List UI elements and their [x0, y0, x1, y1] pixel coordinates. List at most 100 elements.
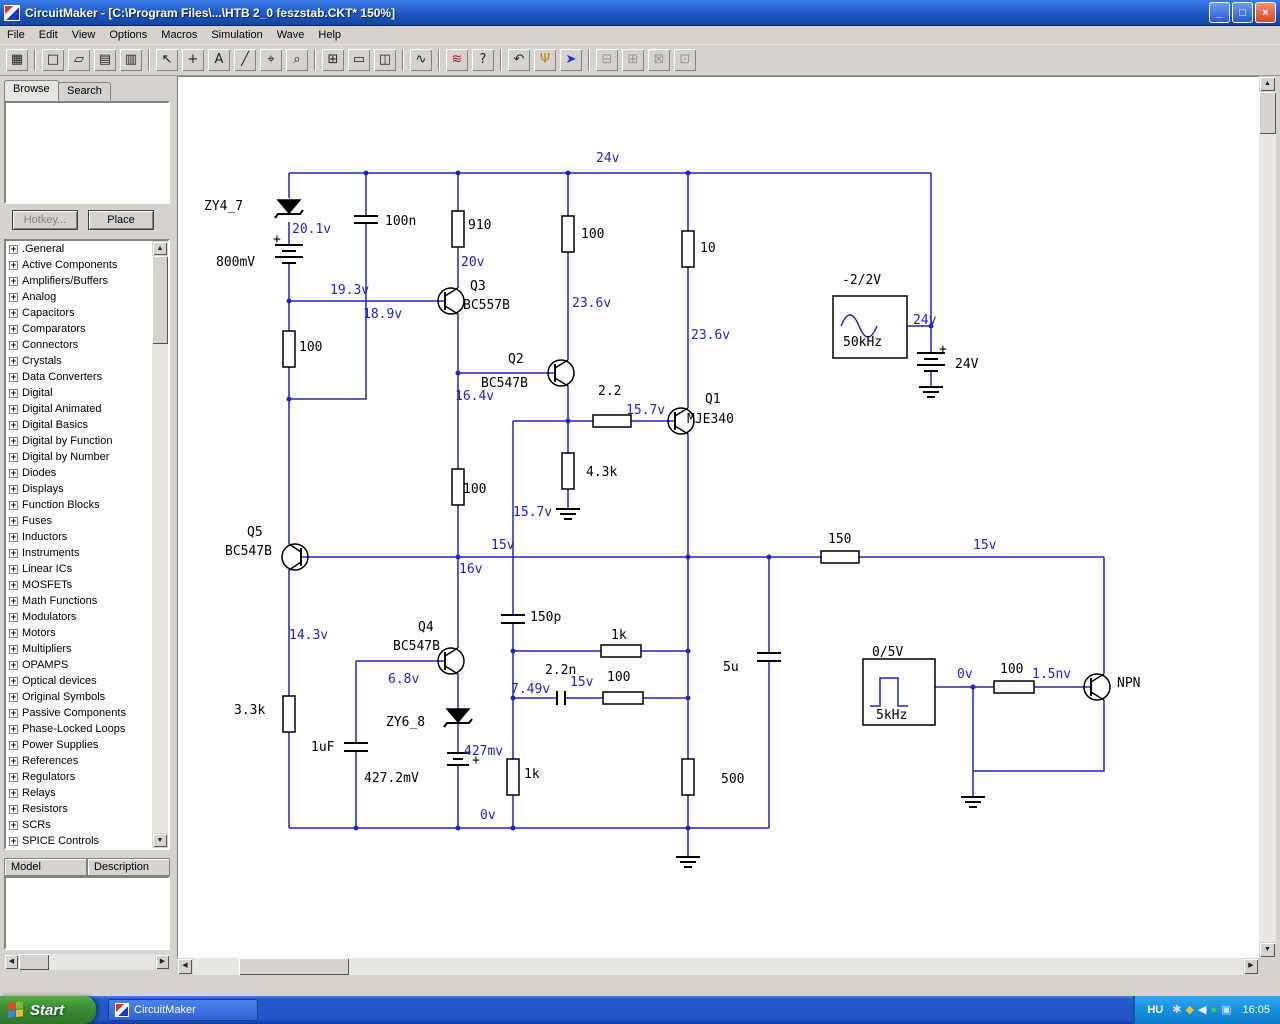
page-view-icon[interactable]: ▭ [347, 48, 371, 72]
schematic-label[interactable]: + [273, 233, 281, 247]
schematic-label[interactable]: 3.3k [234, 704, 265, 718]
scroll-up-button[interactable]: ▲ [1259, 76, 1276, 92]
language-indicator[interactable]: HU [1147, 1004, 1163, 1016]
expand-plus-icon[interactable]: + [9, 420, 18, 430]
schematic-label[interactable]: 100 [1000, 663, 1023, 677]
close-button[interactable]: × [1255, 2, 1276, 23]
schematic-label[interactable]: 150p [530, 611, 561, 625]
schematic-label[interactable]: BC547B [393, 640, 440, 654]
tree-item-references[interactable]: + References [6, 753, 152, 769]
schematic-label[interactable]: 1uF [311, 741, 334, 755]
tree-item-original-symbols[interactable]: + Original Symbols [6, 689, 152, 705]
schematic-label[interactable]: -2/2V [842, 274, 881, 288]
expand-plus-icon[interactable]: + [9, 820, 18, 830]
schematic-label[interactable]: Q2 [508, 353, 524, 367]
tree-item-data-converters[interactable]: + Data Converters [6, 369, 152, 385]
tree-item-digital-basics[interactable]: + Digital Basics [6, 417, 152, 433]
schematic-label[interactable]: 10 [700, 242, 716, 256]
schematic-label[interactable]: Q3 [470, 280, 486, 294]
expand-plus-icon[interactable]: + [9, 516, 18, 526]
schematic-label[interactable]: 2.2 [598, 385, 621, 399]
tray-graphics-icon[interactable]: ✱ [1172, 1004, 1181, 1016]
menu-file[interactable]: File [0, 27, 32, 43]
tree-item-digital-by-function[interactable]: + Digital by Function [6, 433, 152, 449]
tab-model[interactable]: Model [4, 858, 87, 876]
tray-update-icon[interactable]: ◆ [1185, 1004, 1193, 1016]
schematic-label[interactable]: 427.2mV [364, 772, 419, 786]
wire-tool-icon[interactable]: ╱ [233, 48, 257, 72]
schematic-label[interactable]: 100 [607, 671, 630, 685]
expand-plus-icon[interactable]: + [9, 340, 18, 350]
run-probe-icon[interactable]: ➤ [559, 48, 583, 72]
expand-plus-icon[interactable]: + [9, 356, 18, 366]
expand-plus-icon[interactable]: + [9, 836, 18, 846]
schematic-canvas[interactable]: ZY4_7 800mV +100n 910 100 10 Q3 BC557B 100 Q2 BC54… [177, 76, 1259, 958]
schematic-label[interactable]: 15v [973, 539, 996, 553]
schematic-label[interactable]: 100 [299, 341, 322, 355]
expand-plus-icon[interactable]: + [9, 676, 18, 686]
parts-browser-icon[interactable]: ▦ [5, 48, 29, 72]
schematic-label[interactable]: 14.3v [289, 629, 328, 643]
expand-plus-icon[interactable]: + [9, 484, 18, 494]
schematic-label[interactable]: 1k [611, 629, 627, 643]
expand-plus-icon[interactable]: + [9, 292, 18, 302]
schematic-label[interactable]: 4.3k [586, 466, 617, 480]
schematic-label[interactable]: ZY6_8 [386, 716, 425, 730]
schematic-label[interactable]: 100 [463, 483, 486, 497]
schematic-label[interactable]: BC557B [463, 299, 510, 313]
tree-item-multipliers[interactable]: + Multipliers [6, 641, 152, 657]
expand-plus-icon[interactable]: + [9, 244, 18, 254]
menu-help[interactable]: Help [311, 27, 348, 43]
schematic-label[interactable]: 20.1v [292, 223, 331, 237]
expand-plus-icon[interactable]: + [9, 788, 18, 798]
text-tool-icon[interactable]: A [207, 48, 231, 72]
expand-plus-icon[interactable]: + [9, 756, 18, 766]
tree-item-inductors[interactable]: + Inductors [6, 529, 152, 545]
schematic-label[interactable]: Q4 [418, 621, 434, 635]
expand-plus-icon[interactable]: + [9, 324, 18, 334]
scroll-left-button[interactable]: ◀ [4, 954, 19, 970]
tree-item-optical-devices[interactable]: + Optical devices [6, 673, 152, 689]
schematic-label[interactable]: 15.7v [513, 506, 552, 520]
expand-plus-icon[interactable]: + [9, 612, 18, 622]
place-button[interactable]: Place [88, 210, 154, 230]
expand-plus-icon[interactable]: + [9, 260, 18, 270]
menu-simulation[interactable]: Simulation [204, 27, 269, 43]
tree-item-general[interactable]: + .General [6, 241, 152, 257]
expand-plus-icon[interactable]: + [9, 452, 18, 462]
scroll-up-button[interactable]: ▲ [152, 241, 168, 256]
expand-plus-icon[interactable]: + [9, 692, 18, 702]
expand-plus-icon[interactable]: + [9, 660, 18, 670]
schematic-label[interactable]: 0v [480, 809, 496, 823]
expand-plus-icon[interactable]: + [9, 596, 18, 606]
schematic-label[interactable]: Q5 [247, 526, 263, 540]
zoom-page-icon[interactable]: ⊞ [321, 48, 345, 72]
zoom-tool-icon[interactable]: ⌕ [285, 48, 309, 72]
schematic-label[interactable]: 20v [461, 256, 484, 270]
schematic-label[interactable]: 24v [596, 152, 619, 166]
tree-item-opamps[interactable]: + OPAMPS [6, 657, 152, 673]
open-file-icon[interactable]: ▱ [67, 48, 91, 72]
scroll-right-button[interactable]: ▶ [155, 954, 170, 970]
schematic-label[interactable]: 100 [581, 228, 604, 242]
scroll-thumb[interactable] [1259, 92, 1276, 134]
schematic-label[interactable]: 15v [570, 676, 593, 690]
schematic-label[interactable]: Q1 [705, 393, 721, 407]
restore-button[interactable]: □ [1232, 2, 1253, 23]
schematic-label[interactable]: 15v [491, 539, 514, 553]
tree-item-relays[interactable]: + Relays [6, 785, 152, 801]
title-bar[interactable]: CircuitMaker - [C:\Program Files\...\HTB… [0, 0, 1280, 26]
tree-item-amplifiers-buffers[interactable]: + Amplifiers/Buffers [6, 273, 152, 289]
scroll-down-button[interactable]: ▼ [152, 833, 168, 848]
tray-antivirus-icon[interactable]: ● [1210, 1004, 1217, 1016]
tree-item-math-functions[interactable]: + Math Functions [6, 593, 152, 609]
save-file-icon[interactable]: ▤ [93, 48, 117, 72]
tree-item-capacitors[interactable]: + Capacitors [6, 305, 152, 321]
tab-search[interactable]: Search [58, 82, 111, 101]
schematic-label[interactable]: 24V [955, 358, 978, 372]
schematic-label[interactable]: 0v [957, 668, 973, 682]
schematic-label[interactable]: 427mv [464, 745, 503, 759]
schematic-label[interactable]: 5u [723, 661, 739, 675]
schematic-label[interactable]: 150 [828, 533, 851, 547]
expand-plus-icon[interactable]: + [9, 532, 18, 542]
